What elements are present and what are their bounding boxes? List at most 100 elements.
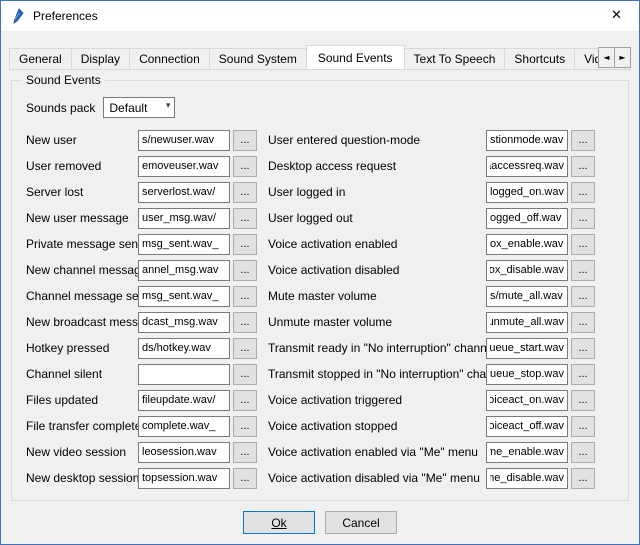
sound-file-input[interactable]	[138, 390, 230, 411]
browse-button[interactable]: ...	[233, 286, 257, 307]
browse-button[interactable]: ...	[571, 130, 595, 151]
tab-control: GeneralDisplayConnectionSound SystemSoun…	[9, 45, 631, 70]
browse-button[interactable]: ...	[233, 156, 257, 177]
browse-button[interactable]: ...	[571, 208, 595, 229]
browse-button[interactable]: ...	[233, 442, 257, 463]
sound-file-input[interactable]	[138, 286, 230, 307]
sound-event-row: Channel silent...Transmit stopped in "No…	[26, 364, 628, 384]
sound-file-input[interactable]	[486, 364, 568, 385]
sound-event-row: New desktop session... Voice activation d…	[26, 468, 628, 488]
sound-file-input[interactable]	[138, 208, 230, 229]
browse-button[interactable]: ...	[571, 338, 595, 359]
sound-file-input[interactable]	[138, 182, 230, 203]
browse-button[interactable]: ...	[233, 416, 257, 437]
sound-file-input[interactable]	[486, 312, 568, 333]
browse-button[interactable]: ...	[233, 468, 257, 489]
sound-file-input[interactable]	[486, 286, 568, 307]
browse-button[interactable]: ...	[571, 312, 595, 333]
tab-bar: GeneralDisplayConnectionSound SystemSoun…	[9, 45, 631, 70]
sound-file-input[interactable]	[138, 468, 230, 489]
sounds-pack-dropdown[interactable]: Default ▾	[103, 97, 175, 118]
sounds-pack-label: Sounds pack	[26, 101, 95, 115]
sound-file-input[interactable]	[138, 364, 230, 385]
browse-button[interactable]: ...	[571, 364, 595, 385]
sound-file-input[interactable]	[138, 156, 230, 177]
sound-file-input[interactable]	[138, 234, 230, 255]
sound-event-label: New desktop session	[26, 471, 138, 485]
sound-event-label: Files updated	[26, 393, 138, 407]
sound-event-row: New user...User entered question-mode...	[26, 130, 628, 150]
sound-file-input[interactable]	[486, 416, 568, 437]
browse-button[interactable]: ...	[571, 416, 595, 437]
tab-general[interactable]: General	[9, 48, 72, 69]
sound-file-input[interactable]	[486, 130, 568, 151]
sound-event-row: New channel message...Voice activation d…	[26, 260, 628, 280]
tab-text-to-speech[interactable]: Text To Speech	[404, 48, 506, 69]
sound-event-label: Transmit ready in "No interruption" chan…	[268, 341, 486, 355]
sound-event-label: Private message sent	[26, 237, 138, 251]
tab-sound-events[interactable]: Sound Events	[306, 45, 405, 70]
browse-button[interactable]: ...	[233, 182, 257, 203]
close-icon[interactable]: ✕	[594, 1, 639, 31]
sound-file-input[interactable]	[486, 208, 568, 229]
tab-sound-system[interactable]: Sound System	[209, 48, 307, 69]
browse-button[interactable]: ...	[571, 182, 595, 203]
sound-file-input[interactable]	[486, 442, 568, 463]
browse-button[interactable]: ...	[233, 260, 257, 281]
browse-button[interactable]: ...	[233, 130, 257, 151]
sound-event-label: Unmute master volume	[268, 315, 486, 329]
sounds-pack-value: Default	[109, 101, 147, 115]
browse-button[interactable]: ...	[233, 312, 257, 333]
ok-button[interactable]: Ok	[243, 511, 315, 534]
tab-shortcuts[interactable]: Shortcuts	[504, 48, 575, 69]
browse-button[interactable]: ...	[233, 338, 257, 359]
browse-button[interactable]: ...	[571, 442, 595, 463]
browse-button[interactable]: ...	[571, 234, 595, 255]
sound-event-label: Mute master volume	[268, 289, 486, 303]
browse-button[interactable]: ...	[233, 390, 257, 411]
sound-file-input[interactable]	[486, 338, 568, 359]
cancel-button[interactable]: Cancel	[325, 511, 397, 534]
sound-event-label: Hotkey pressed	[26, 341, 138, 355]
footer: Ok Cancel	[1, 505, 639, 545]
browse-button[interactable]: ...	[571, 260, 595, 281]
sound-event-label: Voice activation disabled via "Me" menu	[268, 471, 486, 485]
sound-event-label: Voice activation enabled via "Me" menu	[268, 445, 486, 459]
tab-connection[interactable]: Connection	[129, 48, 210, 69]
sound-file-input[interactable]	[138, 260, 230, 281]
sound-file-input[interactable]	[486, 260, 568, 281]
sound-event-row: Channel message sent...Mute master volum…	[26, 286, 628, 306]
browse-button[interactable]: ...	[233, 208, 257, 229]
sound-file-input[interactable]	[486, 182, 568, 203]
sound-file-input[interactable]	[138, 130, 230, 151]
sound-event-row: New user message...User logged out...	[26, 208, 628, 228]
browse-button[interactable]: ...	[571, 468, 595, 489]
sound-file-input[interactable]	[486, 156, 568, 177]
sound-file-input[interactable]	[138, 312, 230, 333]
sound-file-input[interactable]	[486, 234, 568, 255]
tab-scroll-right-icon[interactable]: ►	[614, 47, 631, 68]
sound-event-label: File transfer complete	[26, 419, 138, 433]
sound-file-input[interactable]	[138, 442, 230, 463]
sound-event-label: Desktop access request	[268, 159, 486, 173]
sound-event-label: New video session	[26, 445, 138, 459]
sound-event-label: Voice activation enabled	[268, 237, 486, 251]
sound-event-row: File transfer complete... Voice activatio…	[26, 416, 628, 436]
sound-event-row: Files updated... Voice activation trigger…	[26, 390, 628, 410]
app-icon	[10, 8, 26, 24]
sound-file-input[interactable]	[138, 416, 230, 437]
browse-button[interactable]: ...	[571, 156, 595, 177]
browse-button[interactable]: ...	[571, 286, 595, 307]
sound-file-input[interactable]	[486, 390, 568, 411]
tab-scroll-left-icon[interactable]: ◄	[598, 47, 615, 68]
sound-event-label: New user message	[26, 211, 138, 225]
sound-file-input[interactable]	[486, 468, 568, 489]
tab-display[interactable]: Display	[71, 48, 130, 69]
browse-button[interactable]: ...	[571, 390, 595, 411]
sound-event-label: Voice activation triggered	[268, 393, 486, 407]
sound-event-row: New video session... Voice activation ena…	[26, 442, 628, 462]
browse-button[interactable]: ...	[233, 364, 257, 385]
sound-file-input[interactable]	[138, 338, 230, 359]
browse-button[interactable]: ...	[233, 234, 257, 255]
sound-event-label: Voice activation stopped	[268, 419, 486, 433]
